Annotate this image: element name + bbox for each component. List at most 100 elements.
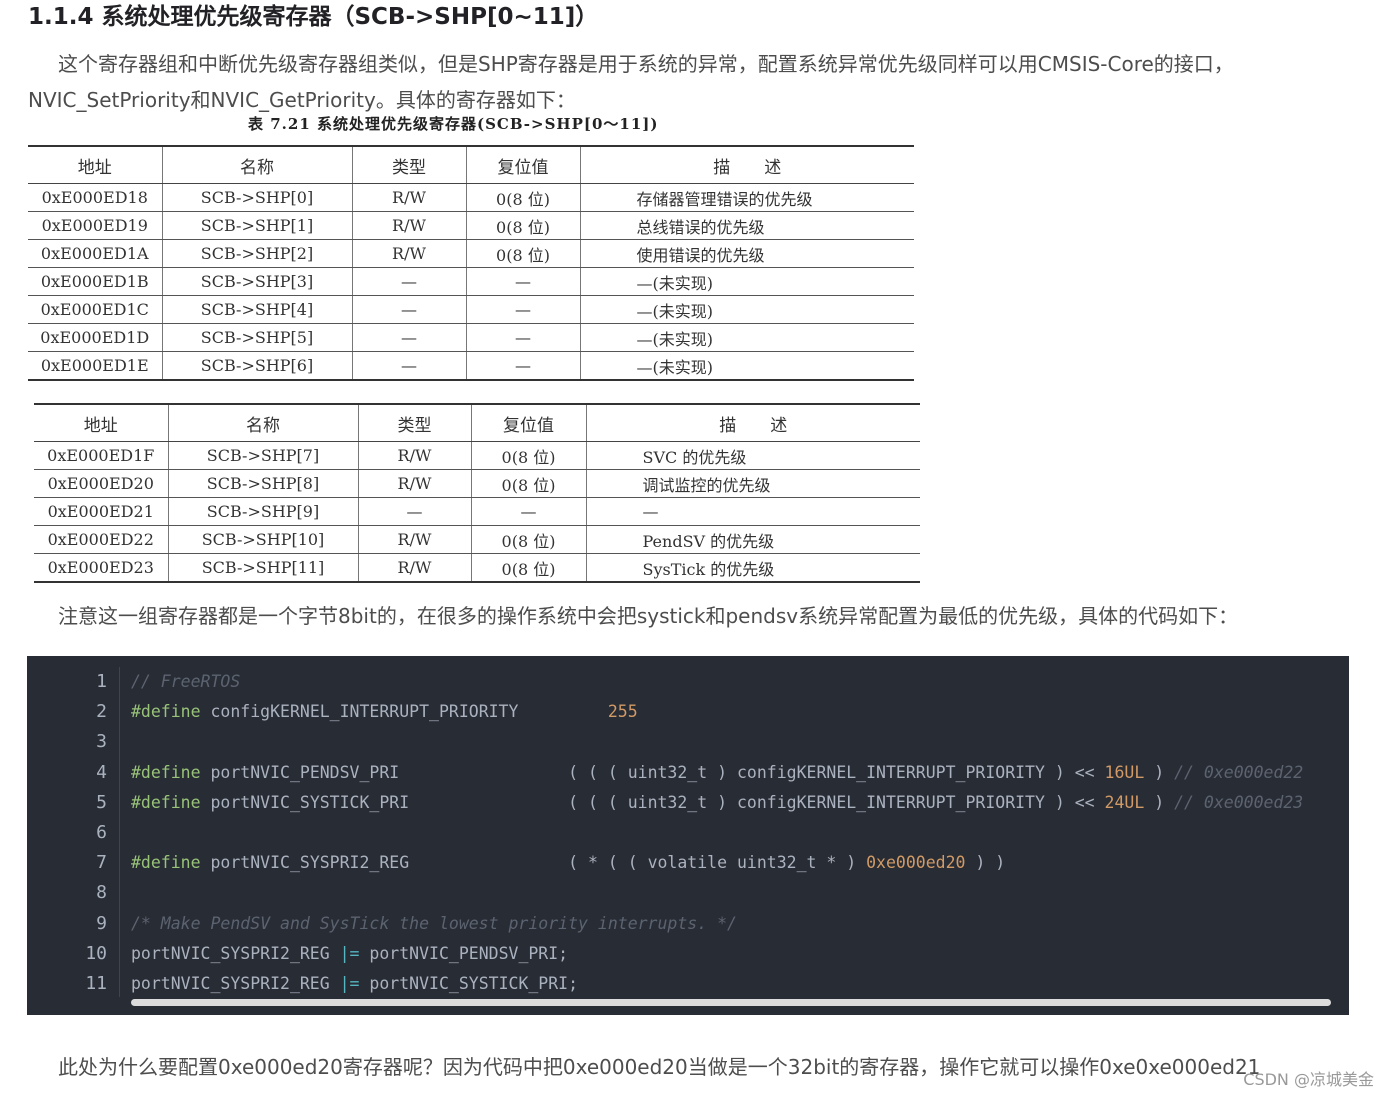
cell-description: —(未实现) <box>580 323 914 352</box>
code-token: portNVIC_SYSPRI2_REG <box>131 943 340 963</box>
cell-type: — <box>352 351 467 381</box>
table-header-row: 地址 名称 类型 复位值 描 述 <box>34 403 920 442</box>
line-number: 10 <box>85 942 107 964</box>
header-type: 类型 <box>352 145 467 184</box>
table-row: 0xE000ED1E SCB->SHP[6] — — —(未实现) <box>28 351 914 381</box>
cell-reset-value: 0(8 位) <box>471 525 587 554</box>
table-row: 0xE000ED1A SCB->SHP[2] R/W 0(8 位) 使用错误的优先级 <box>28 239 914 268</box>
register-table-2: 地址 名称 类型 复位值 描 述 0xE000ED1F SCB->SHP[7] R/… <box>34 403 920 583</box>
cell-name: SCB->SHP[1] <box>162 211 353 240</box>
header-name: 名称 <box>168 403 359 442</box>
cell-name: SCB->SHP[8] <box>168 469 359 498</box>
cell-address: 0xE000ED1A <box>28 239 163 268</box>
code-line: portNVIC_SYSPRI2_REG |= portNVIC_SYSTICK… <box>131 969 1349 999</box>
code-token: |= <box>339 943 360 963</box>
intro-paragraph: 这个寄存器组和中断优先级寄存器组类似，但是SHP寄存器是用于系统的异常，配置系统… <box>28 46 1358 118</box>
cell-address: 0xE000ED1F <box>34 441 169 470</box>
register-table-1: 地址 名称 类型 复位值 描 述 0xE000ED18 SCB->SHP[0] R/… <box>28 145 914 381</box>
cell-address: 0xE000ED23 <box>34 553 169 583</box>
cell-description: PendSV 的优先级 <box>586 525 920 554</box>
cell-name: SCB->SHP[3] <box>162 267 353 296</box>
cell-address: 0xE000ED21 <box>34 497 169 526</box>
cell-name: SCB->SHP[10] <box>168 525 359 554</box>
code-token: portNVIC_SYSTICK_PRI; <box>359 973 579 993</box>
header-reset-value: 复位值 <box>466 145 581 184</box>
header-reset-value: 复位值 <box>471 403 587 442</box>
code-token: // 0xe000ed23 <box>1174 792 1304 812</box>
code-token: 16UL <box>1104 762 1145 782</box>
cell-address: 0xE000ED1E <box>28 351 163 381</box>
horizontal-scrollbar[interactable] <box>131 999 1331 1007</box>
code-token: |= <box>339 973 360 993</box>
cell-description: 总线错误的优先级 <box>580 211 914 240</box>
line-number: 6 <box>96 821 107 843</box>
code-token: portNVIC_SYSTICK_PRI ( ( ( uint32_t ) co… <box>200 792 1105 812</box>
cell-name: SCB->SHP[4] <box>162 295 353 324</box>
code-token: /* Make PendSV and SysTick the lowest pr… <box>131 913 737 933</box>
cell-reset-value: — <box>471 497 587 526</box>
cell-address: 0xE000ED20 <box>34 469 169 498</box>
table-row: 0xE000ED20 SCB->SHP[8] R/W 0(8 位) 调试监控的优先级 <box>34 469 920 498</box>
section-heading: 1.1.4 系统处理优先级寄存器（SCB->SHP[0~11]） <box>28 4 599 30</box>
code-token: portNVIC_PENDSV_PRI ( ( ( uint32_t ) con… <box>200 762 1105 782</box>
code-token: ) <box>1144 762 1175 782</box>
code-token: 255 <box>607 702 638 722</box>
question-paragraph: 此处为什么要配置0xe000ed20寄存器呢？因为代码中把0xe000ed20当… <box>28 1049 1358 1085</box>
code-line: /* Make PendSV and SysTick the lowest pr… <box>131 909 1349 939</box>
table-row: 0xE000ED19 SCB->SHP[1] R/W 0(8 位) 总线错误的优先级 <box>28 211 914 240</box>
code-line: #define portNVIC_SYSTICK_PRI ( ( ( uint3… <box>131 788 1349 818</box>
cell-address: 0xE000ED1D <box>28 323 163 352</box>
table-row: 0xE000ED1D SCB->SHP[5] — — —(未实现) <box>28 323 914 352</box>
cell-address: 0xE000ED19 <box>28 211 163 240</box>
cell-type: R/W <box>352 211 467 240</box>
code-line: #define configKERNEL_INTERRUPT_PRIORITY … <box>131 697 1349 727</box>
line-number: 2 <box>96 701 107 723</box>
code-token: 24UL <box>1104 792 1145 812</box>
scrollbar-thumb[interactable] <box>131 999 1331 1006</box>
cell-address: 0xE000ED1B <box>28 267 163 296</box>
table-row: 0xE000ED1B SCB->SHP[3] — — —(未实现) <box>28 267 914 296</box>
cell-description: SVC 的优先级 <box>586 441 920 470</box>
code-lines[interactable]: // FreeRTOS #define configKERNEL_INTERRUP… <box>131 667 1349 999</box>
table-header-row: 地址 名称 类型 复位值 描 述 <box>28 145 914 184</box>
cell-name: SCB->SHP[2] <box>162 239 353 268</box>
line-number: 1 <box>96 671 107 692</box>
cell-reset-value: — <box>466 323 581 352</box>
cell-reset-value: — <box>466 267 581 296</box>
line-number-gutter: 1 2 3 4 5 6 7 8 9 10 11 <box>27 667 120 997</box>
question-text: 此处为什么要配置0xe000ed20寄存器呢？因为代码中把0xe000ed20当… <box>58 1055 1261 1079</box>
cell-description: SysTick 的优先级 <box>586 553 920 583</box>
code-block[interactable]: 1 2 3 4 5 6 7 8 9 10 11 // FreeRTOS #define configK… <box>27 656 1349 1015</box>
code-token: #define <box>131 853 201 873</box>
code-line: #define portNVIC_PENDSV_PRI ( ( ( uint32… <box>131 758 1349 788</box>
code-token: ) <box>1144 792 1175 812</box>
cell-description: —(未实现) <box>580 351 914 381</box>
code-token: ) ) <box>965 853 1006 873</box>
table-row: 0xE000ED23 SCB->SHP[11] R/W 0(8 位) SysTick 的… <box>34 553 920 583</box>
line-number: 4 <box>96 761 107 783</box>
table-row: 0xE000ED18 SCB->SHP[0] R/W 0(8 位) 存储器管理错误的优先… <box>28 183 914 212</box>
line-number: 9 <box>96 912 107 934</box>
cell-description: 使用错误的优先级 <box>580 239 914 268</box>
cell-address: 0xE000ED22 <box>34 525 169 554</box>
cell-description: —(未实现) <box>580 267 914 296</box>
cell-type: — <box>352 295 467 324</box>
cell-type: R/W <box>352 239 467 268</box>
note-text: 注意这一组寄存器都是一个字节8bit的，在很多的操作系统中会把systick和p… <box>58 604 1239 628</box>
code-token: #define <box>131 792 201 812</box>
code-token: portNVIC_SYSPRI2_REG <box>131 973 340 993</box>
cell-name: SCB->SHP[11] <box>168 553 359 583</box>
line-number: 8 <box>96 882 107 904</box>
table-2-body: 0xE000ED1F SCB->SHP[7] R/W 0(8 位) SVC 的优先级 0x… <box>34 441 920 583</box>
table-row: 0xE000ED1F SCB->SHP[7] R/W 0(8 位) SVC 的优先级 <box>34 441 920 470</box>
code-token: // 0xe000ed22 <box>1174 762 1304 782</box>
cell-reset-value: — <box>466 295 581 324</box>
cell-type: R/W <box>352 183 467 212</box>
intro-text: 这个寄存器组和中断优先级寄存器组类似，但是SHP寄存器是用于系统的异常，配置系统… <box>28 52 1234 112</box>
line-number: 5 <box>96 791 107 813</box>
code-token: // FreeRTOS <box>131 672 241 691</box>
cell-description: —(未实现) <box>580 295 914 324</box>
cell-type: R/W <box>358 469 472 498</box>
